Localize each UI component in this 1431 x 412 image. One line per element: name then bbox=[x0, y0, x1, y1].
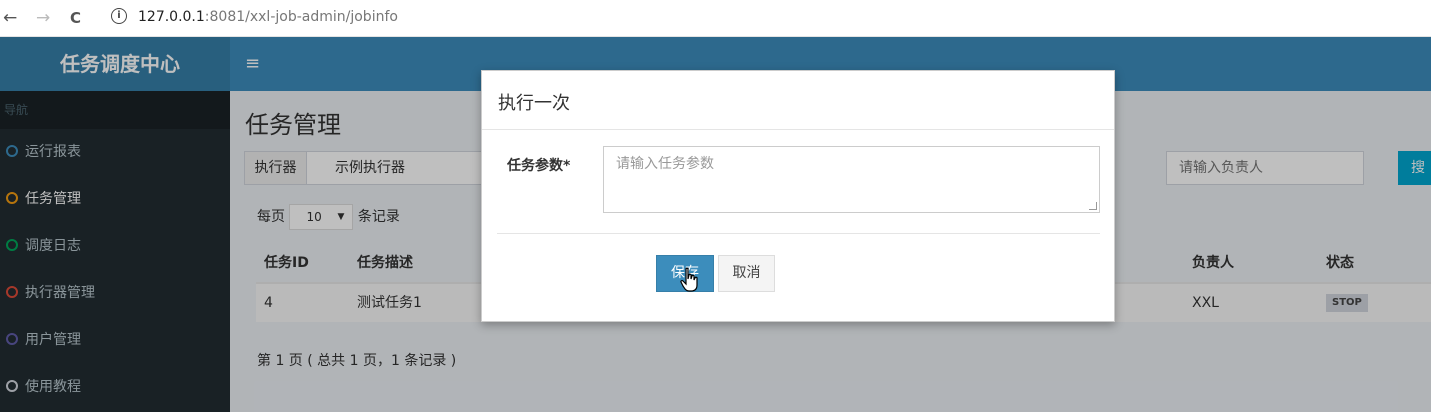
modal-title: 执行一次 bbox=[498, 93, 570, 114]
cancel-button[interactable]: 取消 bbox=[718, 255, 775, 292]
site-info-icon[interactable]: i bbox=[111, 8, 127, 24]
resize-handle-icon[interactable] bbox=[1089, 202, 1097, 210]
forward-icon[interactable]: → bbox=[36, 8, 50, 28]
reload-icon[interactable]: C bbox=[70, 9, 81, 27]
hand-cursor-icon bbox=[680, 267, 698, 292]
param-placeholder: 请输入任务参数 bbox=[616, 156, 714, 172]
param-label: 任务参数* bbox=[507, 158, 571, 174]
url-path: :8081/xxl-job-admin/jobinfo bbox=[204, 9, 398, 25]
param-textarea[interactable]: 请输入任务参数 bbox=[603, 146, 1100, 213]
browser-bar: ← → C i 127.0.0.1:8081/xxl-job-admin/job… bbox=[0, 0, 1431, 37]
address-bar[interactable]: 127.0.0.1:8081/xxl-job-admin/jobinfo bbox=[138, 9, 398, 25]
back-icon[interactable]: ← bbox=[3, 8, 17, 28]
modal-footer-divider bbox=[497, 233, 1100, 234]
run-once-modal: 执行一次 任务参数* 请输入任务参数 保存 取消 bbox=[481, 70, 1115, 322]
url-host: 127.0.0.1 bbox=[138, 9, 205, 25]
modal-divider bbox=[482, 129, 1114, 130]
